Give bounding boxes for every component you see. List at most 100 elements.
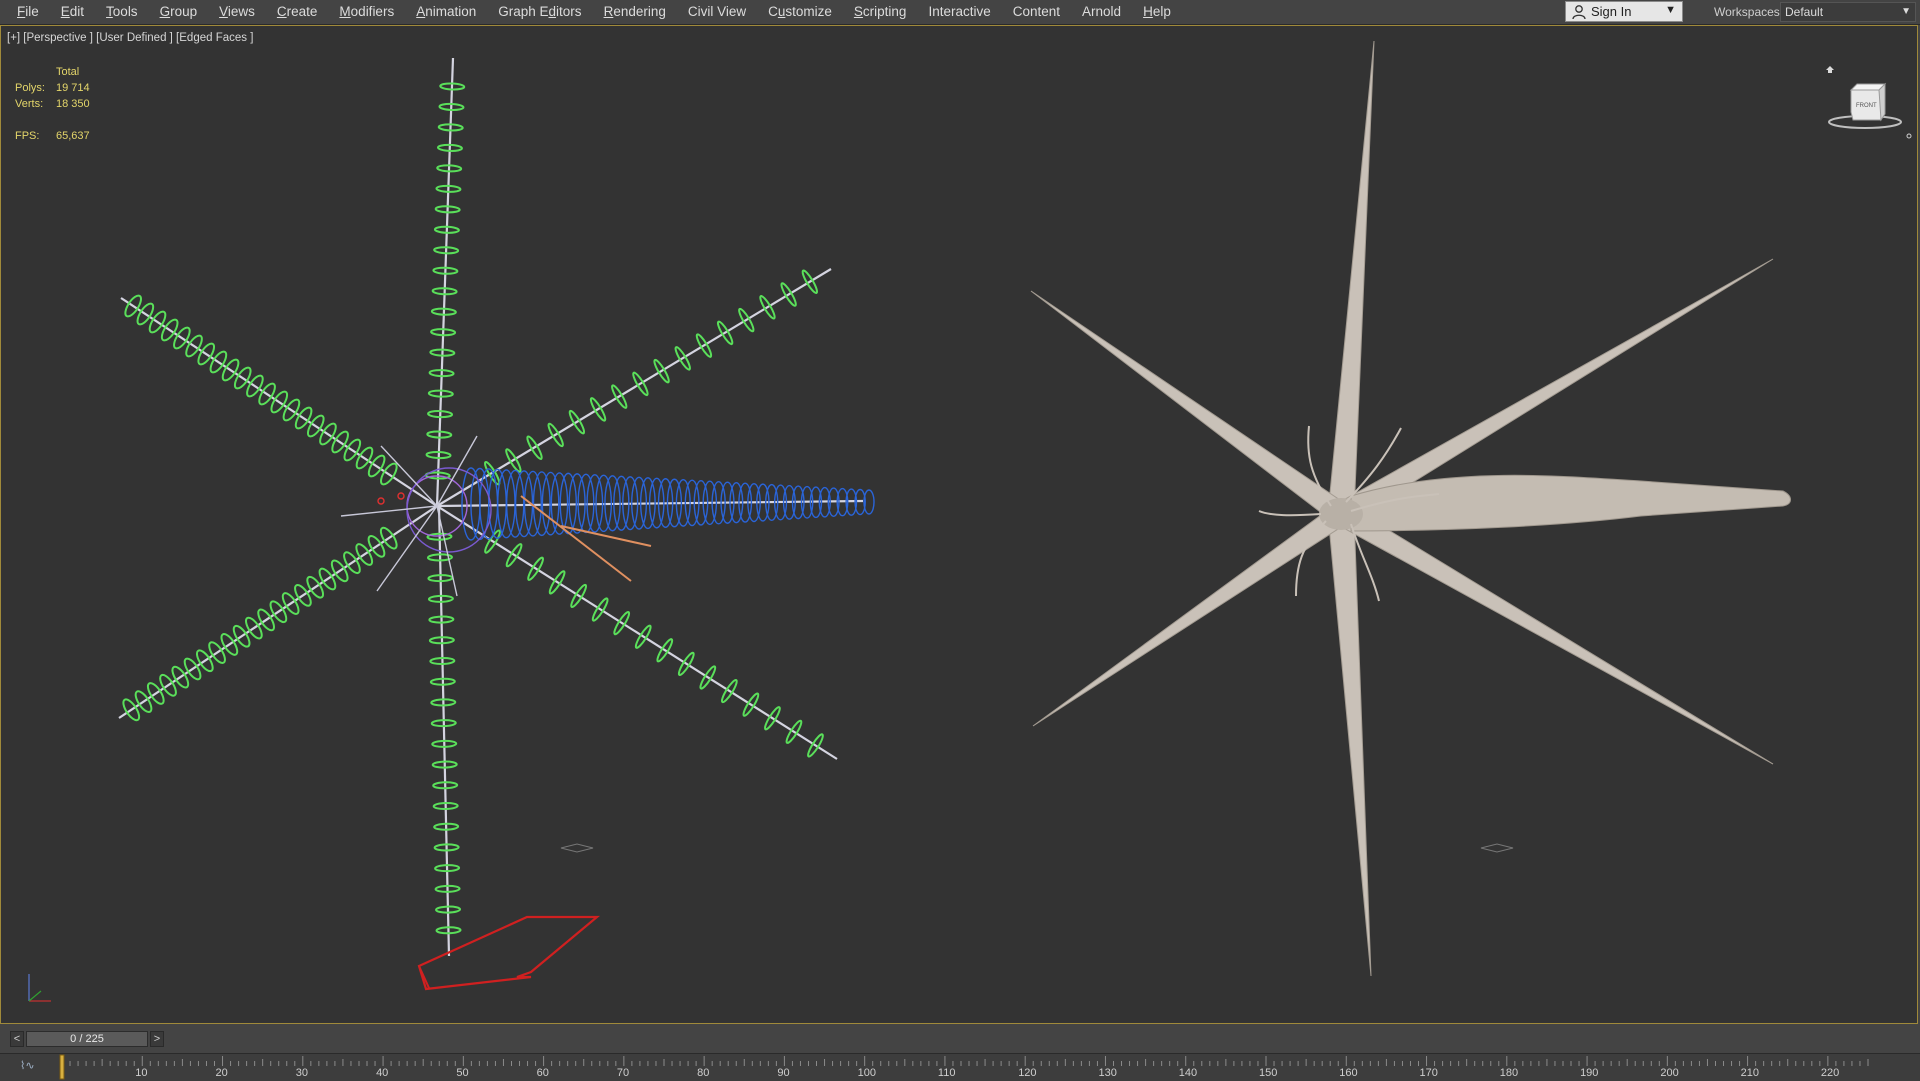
tick-label: 90 <box>777 1067 790 1079</box>
fps-label: FPS: <box>15 130 40 142</box>
sign-in-button[interactable]: Sign In ▼ <box>1565 1 1683 22</box>
track-bar[interactable]: ⌇∿ 10 20 30 40 50 60 70 80 90 100 110 120 130 140 150 1… <box>0 1053 1920 1081</box>
menu-scripting-text-rest: cripting <box>862 4 907 19</box>
menu-customize-text-rest: stomize <box>785 4 832 19</box>
menu-arnold[interactable]: Arnold <box>1071 0 1132 24</box>
menu-items: File Edit Tools Group Views Create Modifiers An… <box>0 0 1182 24</box>
scene-canvas[interactable] <box>1 26 1918 1024</box>
tick-label: 220 <box>1820 1067 1840 1079</box>
stats-total-label: Total <box>56 66 80 78</box>
tick-label: 140 <box>1178 1067 1198 1079</box>
sign-in-label: Sign In <box>1591 4 1632 19</box>
rig-wireframe[interactable] <box>118 57 1514 991</box>
menu-animation[interactable]: Animation <box>405 0 487 24</box>
menu-create-text-rest: reate <box>286 4 318 19</box>
menu-civil-view-text: Civil View <box>687 4 747 19</box>
verts-label: Verts: <box>15 98 44 110</box>
menu-group[interactable]: Group <box>149 0 209 24</box>
menu-animation-text-rest: nimation <box>425 4 477 19</box>
tentacle[interactable] <box>1334 503 1774 765</box>
polys-value: 19 714 <box>56 82 90 94</box>
menu-graph-editors[interactable]: Graph Editors <box>487 0 592 24</box>
tick-label: 200 <box>1660 1067 1679 1079</box>
viewcube-face-label[interactable]: FRONT <box>1856 103 1877 109</box>
menu-content-text: Content <box>1012 4 1061 19</box>
tick-label: 60 <box>536 1067 549 1079</box>
tick-label: 50 <box>456 1067 469 1079</box>
tick-label: 130 <box>1098 1067 1117 1079</box>
tick-label: 80 <box>697 1067 710 1079</box>
time-prev-button[interactable]: < <box>10 1031 24 1047</box>
time-next-button[interactable]: > <box>150 1031 164 1047</box>
tentacle[interactable] <box>1327 40 1375 516</box>
menu-views[interactable]: Views <box>208 0 266 24</box>
menu-create[interactable]: Create <box>266 0 329 24</box>
menu-animation-mnemonic: A <box>416 4 426 19</box>
time-slider-bar: < 0 / 225 > ⌇∿ 10 20 30 40 50 60 70 80 90 100 110 1… <box>0 1025 1920 1081</box>
menu-group-text-rest: roup <box>170 4 198 19</box>
menu-tools[interactable]: Tools <box>95 0 149 24</box>
menu-scripting-mnemonic: S <box>853 4 863 19</box>
tick-label: 190 <box>1580 1067 1599 1079</box>
tick-label: 40 <box>376 1067 389 1079</box>
tick-label: 10 <box>135 1067 148 1079</box>
tentacle[interactable] <box>1032 504 1348 727</box>
menu-file-text-rest: ile <box>25 4 39 19</box>
menu-arnold-text: Arnold <box>1082 4 1122 19</box>
menu-create-mnemonic: C <box>276 4 287 19</box>
menu-scripting[interactable]: Scripting <box>843 0 918 24</box>
menu-rendering-mnemonic: R <box>603 4 614 19</box>
tentacle[interactable] <box>1030 290 1349 524</box>
chevron-down-icon: ▼ <box>1901 6 1911 17</box>
user-icon <box>1572 4 1586 19</box>
workspace-value: Default <box>1785 5 1824 19</box>
creature-body[interactable] <box>1350 474 1791 532</box>
creature-mesh[interactable] <box>1030 40 1791 977</box>
menu-customize[interactable]: Customize <box>757 0 843 24</box>
menu-help-text-rest: elp <box>1152 4 1171 19</box>
menu-modifiers[interactable]: Modifiers <box>328 0 405 24</box>
menu-modifiers-mnemonic: M <box>339 4 351 19</box>
menu-content[interactable]: Content <box>1002 0 1071 24</box>
tick-label: 30 <box>295 1067 309 1079</box>
tick-label: 170 <box>1419 1067 1438 1079</box>
perspective-viewport[interactable]: [+] [Perspective ] [User Defined ] [Edge… <box>0 25 1918 1024</box>
tick-label: 100 <box>857 1067 877 1079</box>
menu-file[interactable]: File <box>6 0 50 24</box>
menu-graph-editors-mnemonic: d <box>548 4 557 19</box>
menu-graph-editors-text-rest: itors <box>556 4 582 19</box>
polys-label: Polys: <box>15 82 45 94</box>
current-frame-marker[interactable] <box>59 1054 65 1080</box>
menu-tools-text-rest: ools <box>112 4 138 19</box>
tick-label: 110 <box>937 1067 956 1079</box>
menu-edit-text-rest: dit <box>69 4 85 19</box>
menu-help-mnemonic: H <box>1143 4 1153 19</box>
menu-tools-mnemonic: T <box>106 4 113 19</box>
tick-label: 210 <box>1740 1067 1759 1079</box>
axis-gizmo <box>28 974 51 1002</box>
menu-rendering[interactable]: Rendering <box>593 0 677 24</box>
tick-label: 20 <box>215 1067 228 1079</box>
fps-value: 65,637 <box>56 130 90 142</box>
menu-interactive-text: Interactive <box>928 4 991 19</box>
viewport-label[interactable]: [+] [Perspective ] [User Defined ] [Edge… <box>7 32 253 44</box>
menu-interactive[interactable]: Interactive <box>917 0 1001 24</box>
menu-help[interactable]: Help <box>1132 0 1182 24</box>
workspace-select[interactable]: Default ▼ <box>1780 2 1916 22</box>
menu-edit[interactable]: Edit <box>50 0 95 24</box>
tick-label: 160 <box>1339 1067 1358 1079</box>
tick-label: 150 <box>1259 1067 1278 1079</box>
tick-label: 120 <box>1018 1067 1037 1079</box>
verts-value: 18 350 <box>56 98 90 110</box>
home-icon[interactable] <box>1826 66 1834 73</box>
menu-civil-view[interactable]: Civil View <box>677 0 757 24</box>
tick-label: 70 <box>616 1067 630 1079</box>
viewcube[interactable]: FRONT <box>1823 66 1913 140</box>
workspaces-label: Workspaces: <box>1714 5 1784 19</box>
tentacle[interactable] <box>1327 512 1372 977</box>
track-ticks <box>59 1054 1869 1080</box>
menu-edit-mnemonic: E <box>60 4 70 19</box>
menu-views-mnemonic: V <box>219 4 228 19</box>
time-slider[interactable]: 0 / 225 <box>26 1031 148 1047</box>
menu-modifiers-text-rest: odifiers <box>350 4 395 19</box>
